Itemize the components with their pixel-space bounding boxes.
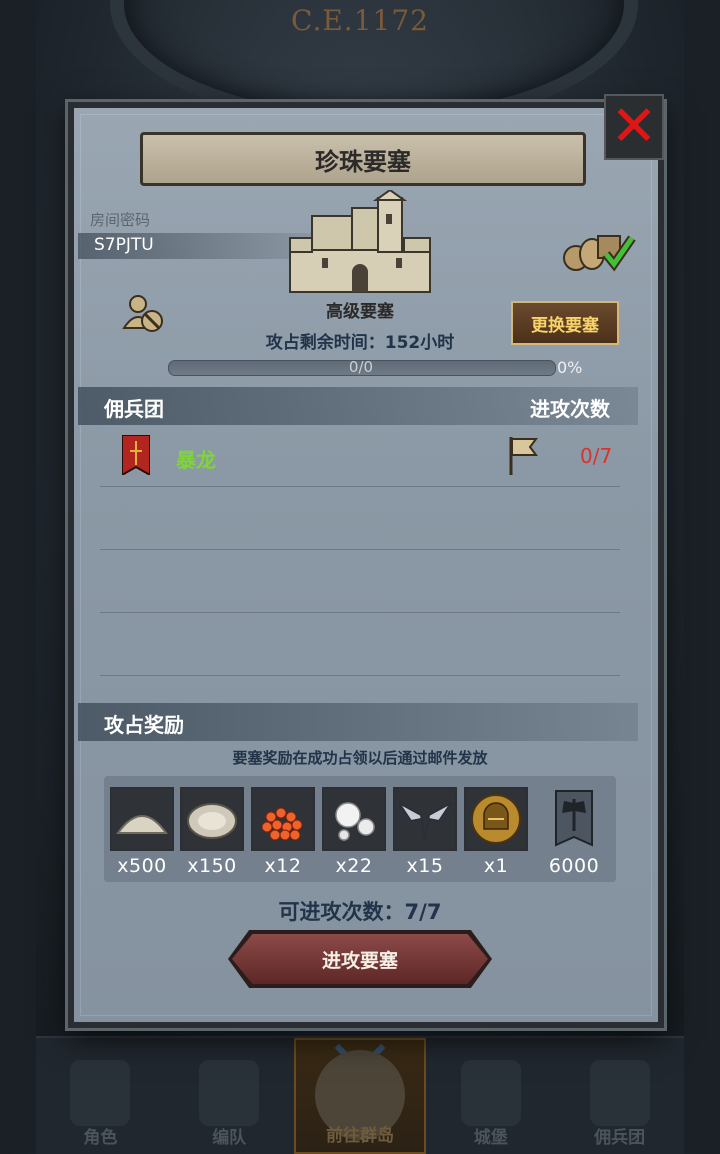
helmet-coin-icon: [464, 787, 528, 851]
flag-icon: [509, 437, 538, 475]
nav-character[interactable]: 角色: [36, 1038, 165, 1154]
nav-mercenary[interactable]: 佣兵团: [555, 1038, 684, 1154]
left-backdrop: [0, 0, 36, 1152]
reward-item[interactable]: x150: [180, 787, 244, 877]
row-divider: [100, 549, 620, 550]
nav-label: 角色: [83, 1128, 118, 1148]
rewards-note: 要塞奖励在成功占领以后通过邮件发放: [232, 749, 488, 767]
room-code: S7PJTU: [94, 235, 154, 255]
mercenary-name: 暴龙: [176, 448, 216, 472]
mercenary-attacks: 0/7: [580, 444, 613, 468]
nav-islands[interactable]: 前往群岛: [293, 1022, 427, 1154]
castle-icon: [460, 1060, 521, 1126]
bottom-nav: 角色 编队 前往群岛 城堡 佣兵团: [36, 1022, 684, 1154]
nav-castle[interactable]: 城堡: [426, 1038, 555, 1154]
reward-item[interactable]: x22: [322, 787, 386, 877]
nav-label: 编队: [212, 1128, 247, 1148]
reward-qty: x12: [264, 855, 302, 877]
mercenary-header: 佣兵团: [104, 397, 164, 421]
reward-item[interactable]: x1: [464, 787, 528, 877]
reward-item[interactable]: x12: [251, 787, 315, 877]
nav-label: 城堡: [473, 1128, 508, 1148]
row-divider: [100, 675, 620, 676]
guild-banner-icon: [122, 435, 150, 475]
reward-qty: 6000: [548, 855, 600, 877]
fish-roe-icon: [251, 787, 315, 851]
attacks-header: 进攻次数: [530, 397, 610, 421]
reward-qty: x1: [483, 855, 509, 877]
rewards-header: 攻占奖励: [104, 713, 184, 737]
sand-pile-icon: [110, 787, 174, 851]
time-remaining: 攻占剩余时间：152小时: [265, 333, 455, 353]
reward-qty: x150: [187, 855, 237, 877]
nav-label: 前往群岛: [325, 1126, 394, 1146]
right-backdrop: [684, 0, 720, 1152]
room-code-label: 房间密码: [90, 211, 151, 229]
row-divider: [100, 486, 620, 487]
reward-qty: x15: [406, 855, 444, 877]
row-divider: [100, 612, 620, 613]
nav-formation[interactable]: 编队: [165, 1038, 294, 1154]
fortress-icon: [289, 190, 431, 293]
reward-item[interactable]: x500: [110, 787, 174, 877]
progress-text: 0/0: [348, 358, 374, 376]
attack-fortress-button[interactable]: 进攻要塞: [232, 934, 488, 984]
knight-icon: [70, 1060, 131, 1126]
year-text: C.E.1172: [291, 4, 429, 37]
winged-emblem-icon: [393, 787, 457, 851]
pearls-icon: [322, 787, 386, 851]
reward-qty: x22: [335, 855, 373, 877]
nav-label: 佣兵团: [594, 1128, 646, 1148]
reward-item[interactable]: x15: [393, 787, 457, 877]
reward-item[interactable]: 6000: [542, 787, 606, 877]
attacks-available: 可进攻次数：7/7: [278, 900, 442, 924]
supply-bags-icon: [563, 235, 636, 272]
helmet-icon: [199, 1060, 260, 1126]
dialog-title: 珍珠要塞: [140, 132, 586, 186]
mercenary-icon: [589, 1060, 650, 1126]
axe-banner-icon: [542, 787, 606, 851]
reward-qty: x500: [117, 855, 167, 877]
close-button[interactable]: ✕: [604, 94, 664, 160]
progress-percent: 0%: [557, 358, 583, 377]
close-icon: ✕: [610, 94, 658, 159]
oyster-icon: [180, 787, 244, 851]
